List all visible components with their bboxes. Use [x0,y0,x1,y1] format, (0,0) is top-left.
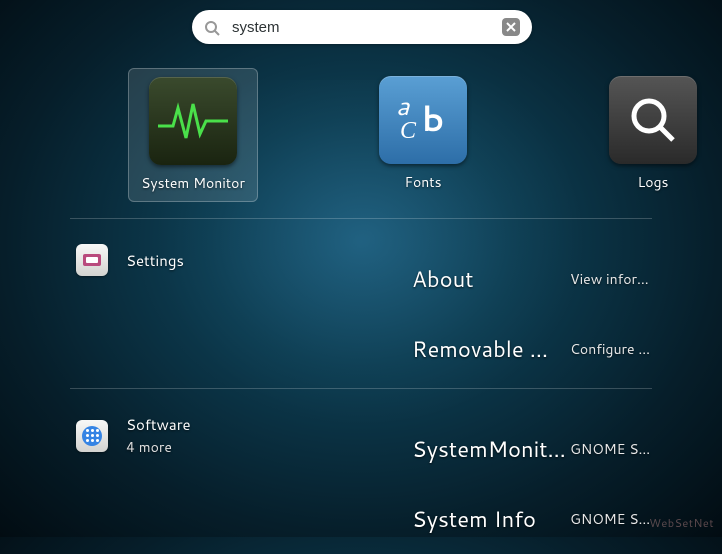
provider-label: Software [126,414,191,435]
app-label: Fonts [404,172,441,192]
clear-search-button[interactable] [502,18,520,36]
result-description: GNOME Shell Extension [570,509,652,529]
result-description: Configure Removabl… [570,339,652,359]
provider-more-count: 4 more [126,437,191,457]
result-description: GNOME Shell Exten… [570,439,652,459]
app-tile-logs[interactable]: Logs [588,68,718,202]
provider-section-software: Software 4 more SystemMonit… GNOME Shell… [76,414,652,461]
divider [70,218,652,219]
system-monitor-icon [149,77,237,165]
result-title: Removable … [412,334,568,365]
fonts-icon: a b C [379,76,467,164]
result-removable[interactable]: Removable … Configure Removabl… [412,314,652,384]
app-label: System Monitor [141,173,245,193]
result-systemmonitor-ext[interactable]: SystemMonit… GNOME Shell Exten… [412,414,652,484]
settings-icon [76,244,108,276]
software-icon [76,420,108,452]
app-tile-system-monitor[interactable]: System Monitor [128,68,258,202]
search-input[interactable] [232,19,502,36]
result-about[interactable]: About View information about your syste… [412,244,652,314]
search-icon [204,19,220,35]
provider-label: Settings [126,250,184,271]
app-results-grid: System Monitor a b C Fonts Logs [128,68,718,202]
result-title: System Info [412,504,568,535]
logs-icon [609,76,697,164]
divider [70,388,652,389]
search-bar[interactable] [192,10,532,44]
app-tile-fonts[interactable]: a b C Fonts [358,68,488,202]
result-description: View information about your syste… [570,269,652,289]
result-title: SystemMonit… [412,434,568,465]
provider-section-settings: Settings About View information about yo… [76,244,652,280]
app-label: Logs [637,172,668,192]
result-title: About [412,264,568,295]
result-systeminfo-ext[interactable]: System Info GNOME Shell Extension [412,484,652,554]
watermark: WebSetNet [649,515,714,531]
